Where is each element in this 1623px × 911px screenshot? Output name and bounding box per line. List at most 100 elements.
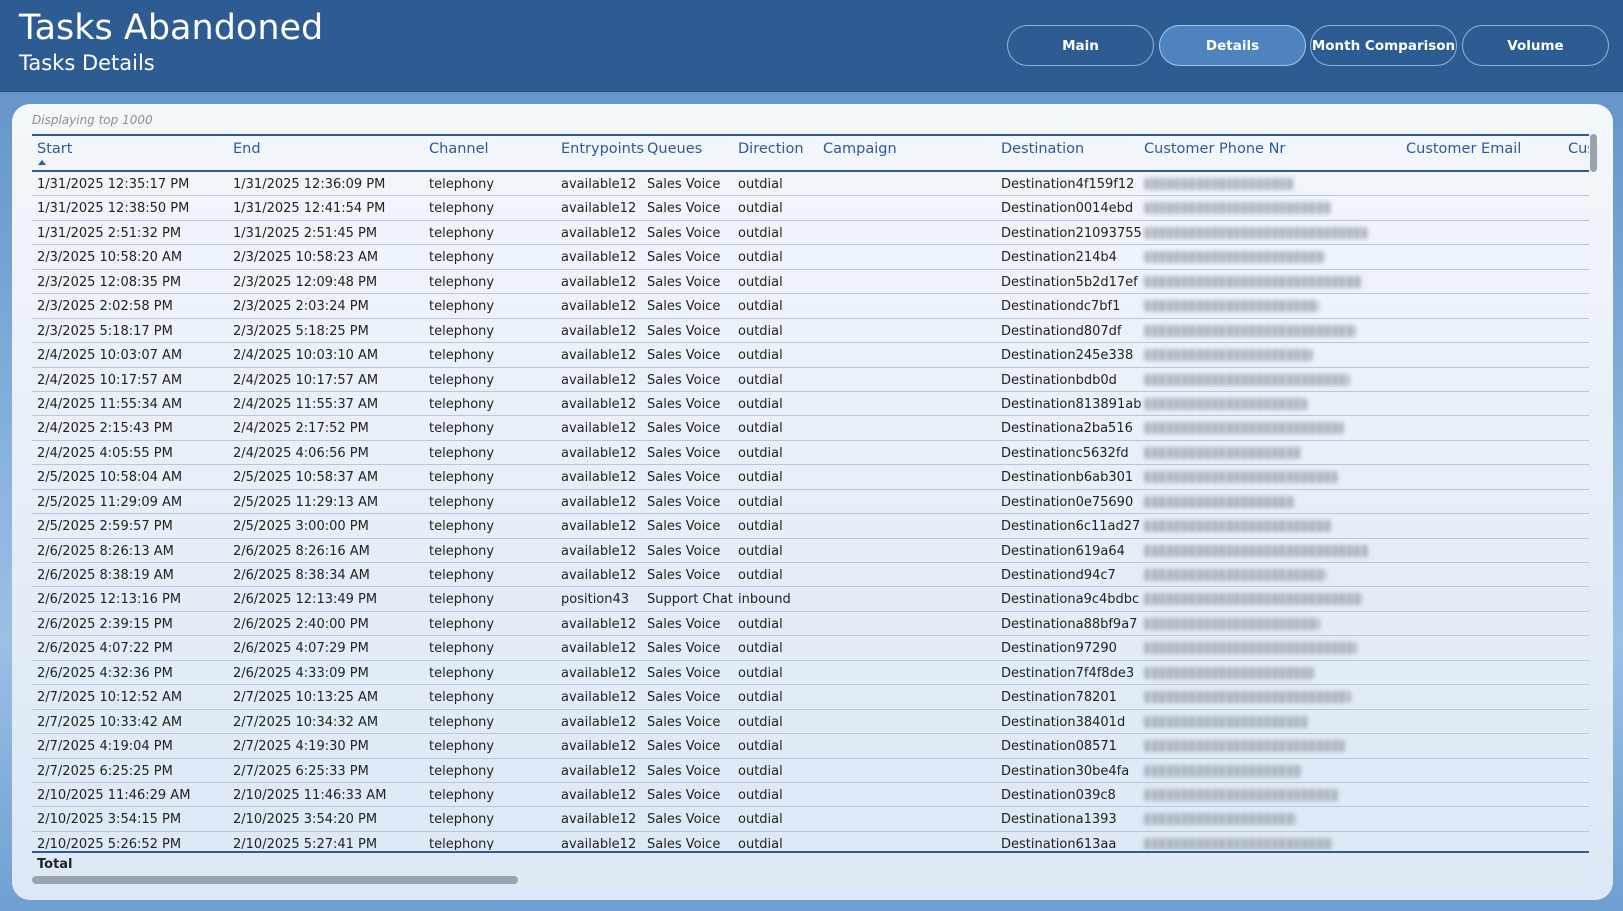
- nav-button-main[interactable]: Main: [1007, 25, 1154, 66]
- table-row[interactable]: 2/5/2025 11:29:09 AM 2/5/2025 11:29:13 AM…: [32, 490, 1589, 515]
- cell-queue: Sales Voice: [647, 225, 721, 241]
- table-row[interactable]: 1/31/2025 12:35:17 PM 1/31/2025 12:36:09 …: [32, 172, 1589, 197]
- cell-destination: Destination245e338: [1001, 348, 1134, 364]
- cell-start: 2/5/2025 11:29:09 AM: [37, 494, 183, 510]
- cell-start: 1/31/2025 2:51:32 PM: [37, 225, 182, 241]
- table-body: 1/31/2025 12:35:17 PM 1/31/2025 12:36:09 …: [32, 172, 1589, 850]
- table-row[interactable]: 2/3/2025 12:08:35 PM 2/3/2025 12:09:48 PM…: [32, 270, 1589, 295]
- redacted-phone-number: [1144, 715, 1308, 728]
- table-row[interactable]: 2/7/2025 10:33:42 AM 2/7/2025 10:34:32 AM…: [32, 710, 1589, 735]
- column-header-direction[interactable]: Direction: [738, 141, 804, 157]
- table-row[interactable]: 2/4/2025 11:55:34 AM 2/4/2025 11:55:37 AM…: [32, 392, 1589, 417]
- cell-queue: Support Chat: [647, 592, 733, 608]
- cell-queue: Sales Voice: [647, 739, 721, 755]
- table-row[interactable]: 2/6/2025 4:07:22 PM 2/6/2025 4:07:29 PM te…: [32, 636, 1589, 661]
- sort-ascending-icon[interactable]: [38, 160, 46, 165]
- table-row[interactable]: 2/4/2025 4:05:55 PM 2/4/2025 4:06:56 PM te…: [32, 441, 1589, 466]
- cell-end: 2/3/2025 10:58:23 AM: [233, 250, 379, 266]
- column-header-customer-email[interactable]: Customer Email: [1406, 141, 1521, 157]
- table-header-row: Start End Channel Entrypoints Queues Dir…: [32, 136, 1589, 172]
- table-row[interactable]: 2/6/2025 4:32:36 PM 2/6/2025 4:33:09 PM te…: [32, 661, 1589, 686]
- redacted-phone-number: [1144, 324, 1356, 337]
- redacted-phone-number: [1144, 422, 1344, 435]
- table-row[interactable]: 1/31/2025 12:38:50 PM 1/31/2025 12:41:54 …: [32, 196, 1589, 221]
- column-header-channel[interactable]: Channel: [429, 141, 489, 157]
- cell-entrypoint: available12: [561, 836, 637, 850]
- table-row[interactable]: 2/5/2025 2:59:57 PM 2/5/2025 3:00:00 PM te…: [32, 514, 1589, 539]
- cell-direction: outdial: [738, 348, 783, 364]
- table-row[interactable]: 2/3/2025 10:58:20 AM 2/3/2025 10:58:23 AM…: [32, 245, 1589, 270]
- table-row[interactable]: 2/6/2025 8:26:13 AM 2/6/2025 8:26:16 AM te…: [32, 539, 1589, 563]
- nav-button-details[interactable]: Details: [1159, 25, 1306, 66]
- cell-channel: telephony: [429, 299, 495, 315]
- column-header-queues[interactable]: Queues: [647, 141, 702, 157]
- vertical-scrollbar-thumb[interactable]: [1590, 134, 1597, 172]
- table-row[interactable]: 2/3/2025 2:02:58 PM 2/3/2025 2:03:24 PM te…: [32, 294, 1589, 319]
- cell-start: 2/7/2025 6:25:25 PM: [37, 763, 173, 779]
- cell-start: 2/6/2025 4:07:22 PM: [37, 641, 173, 657]
- table-row[interactable]: 2/10/2025 5:26:52 PM 2/10/2025 5:27:41 PM…: [32, 832, 1589, 850]
- column-header-destination[interactable]: Destination: [1001, 141, 1084, 157]
- table-row[interactable]: 2/10/2025 11:46:29 AM 2/10/2025 11:46:33 …: [32, 783, 1589, 808]
- redacted-phone-number: [1144, 764, 1302, 777]
- redacted-phone-number: [1144, 520, 1332, 533]
- cell-queue: Sales Voice: [647, 641, 721, 657]
- table-row[interactable]: 2/6/2025 2:39:15 PM 2/6/2025 2:40:00 PM te…: [32, 612, 1589, 637]
- cell-channel: telephony: [429, 519, 495, 535]
- column-header-truncated[interactable]: Cus: [1568, 141, 1589, 157]
- vertical-scrollbar[interactable]: [1589, 134, 1597, 852]
- redacted-phone-number: [1144, 569, 1326, 581]
- table-row[interactable]: 2/7/2025 4:19:04 PM 2/7/2025 4:19:30 PM te…: [32, 734, 1589, 759]
- horizontal-scrollbar[interactable]: [32, 876, 1589, 884]
- cell-end: 2/7/2025 10:13:25 AM: [233, 690, 379, 706]
- cell-end: 2/10/2025 3:54:20 PM: [233, 812, 378, 828]
- cell-direction: outdial: [738, 445, 783, 461]
- table-row[interactable]: 2/6/2025 8:38:19 AM 2/6/2025 8:38:34 AM te…: [32, 563, 1589, 588]
- column-header-end[interactable]: End: [233, 141, 261, 157]
- nav-button-volume[interactable]: Volume: [1462, 25, 1609, 66]
- table-row[interactable]: 2/6/2025 12:13:16 PM 2/6/2025 12:13:49 PM…: [32, 587, 1589, 612]
- cell-channel: telephony: [429, 812, 495, 828]
- cell-end: 2/5/2025 11:29:13 AM: [233, 494, 379, 510]
- cell-destination: Destinationb6ab301: [1001, 470, 1134, 486]
- column-header-start[interactable]: Start: [37, 141, 72, 157]
- cell-start: 2/4/2025 4:05:55 PM: [37, 445, 173, 461]
- table-row[interactable]: 2/4/2025 10:17:57 AM 2/4/2025 10:17:57 AM…: [32, 368, 1589, 392]
- table-row[interactable]: 2/10/2025 3:54:15 PM 2/10/2025 3:54:20 PM…: [32, 807, 1589, 832]
- cell-queue: Sales Voice: [647, 396, 721, 412]
- cell-destination: Destinationc5632fd: [1001, 445, 1129, 461]
- cell-queue: Sales Voice: [647, 299, 721, 315]
- column-header-campaign[interactable]: Campaign: [823, 141, 897, 157]
- redacted-phone-number: [1144, 666, 1314, 679]
- cell-destination: Destination613aa: [1001, 836, 1117, 850]
- table-row[interactable]: 2/5/2025 10:58:04 AM 2/5/2025 10:58:37 AM…: [32, 465, 1589, 490]
- redacted-phone-number: [1144, 471, 1338, 484]
- column-header-customer-phone[interactable]: Customer Phone Nr: [1144, 141, 1285, 157]
- cell-queue: Sales Voice: [647, 323, 721, 339]
- cell-queue: Sales Voice: [647, 812, 721, 828]
- cell-entrypoint: available12: [561, 543, 637, 559]
- table-row[interactable]: 1/31/2025 2:51:32 PM 1/31/2025 2:51:45 PM…: [32, 221, 1589, 246]
- horizontal-scrollbar-thumb[interactable]: [32, 876, 518, 884]
- cell-entrypoint: available12: [561, 225, 637, 241]
- table-row[interactable]: 2/3/2025 5:18:17 PM 2/3/2025 5:18:25 PM te…: [32, 319, 1589, 344]
- cell-queue: Sales Voice: [647, 470, 721, 486]
- cell-destination: Destinationa1393: [1001, 812, 1117, 828]
- cell-end: 2/10/2025 11:46:33 AM: [233, 787, 387, 803]
- nav-button-month-comparison[interactable]: Month Comparison: [1310, 25, 1457, 66]
- table-row[interactable]: 2/4/2025 10:03:07 AM 2/4/2025 10:03:10 AM…: [32, 343, 1589, 368]
- cell-channel: telephony: [429, 494, 495, 510]
- cell-entrypoint: available12: [561, 641, 637, 657]
- table-row[interactable]: 2/7/2025 6:25:25 PM 2/7/2025 6:25:33 PM te…: [32, 759, 1589, 783]
- table-row[interactable]: 2/7/2025 10:12:52 AM 2/7/2025 10:13:25 AM…: [32, 685, 1589, 710]
- column-header-entrypoints[interactable]: Entrypoints: [561, 141, 644, 157]
- cell-queue: Sales Voice: [647, 568, 721, 583]
- cell-direction: outdial: [738, 543, 783, 559]
- cell-direction: outdial: [738, 812, 783, 828]
- table-row[interactable]: 2/4/2025 2:15:43 PM 2/4/2025 2:17:52 PM te…: [32, 416, 1589, 441]
- cell-destination: Destinationd94c7: [1001, 568, 1116, 583]
- cell-direction: outdial: [738, 250, 783, 266]
- cell-queue: Sales Voice: [647, 787, 721, 803]
- cell-end: 1/31/2025 12:41:54 PM: [233, 201, 386, 217]
- cell-destination: Destinationa9c4bdbc: [1001, 592, 1140, 608]
